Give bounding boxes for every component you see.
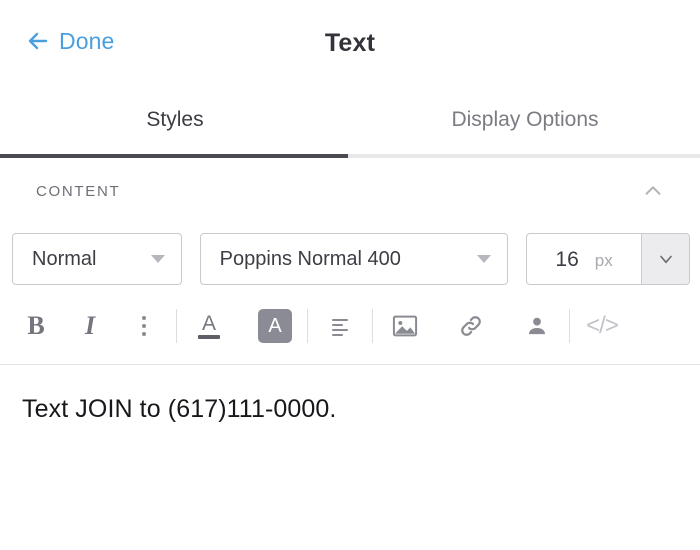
person-icon [524,313,550,339]
body-text[interactable]: Text JOIN to (617)111-0000. [22,393,678,426]
align-icon [328,314,352,338]
text-editor-panel: Done Text Styles Display Options CONTENT… [0,0,700,550]
paragraph-style-select[interactable]: Normal [12,233,182,285]
font-size-unit: px [594,251,613,270]
highlight-color-button[interactable]: A [253,304,297,348]
tab-styles-label: Styles [146,108,204,131]
code-view-button[interactable]: </> [580,304,624,348]
typography-controls-row: Normal Poppins Normal 400 16 px [0,224,700,294]
chevron-down-icon [656,249,676,269]
text-color-button[interactable]: A [187,304,231,348]
tab-display-options[interactable]: Display Options [350,92,700,154]
formatting-toolbar: B I A A </> [0,294,700,358]
font-size-input[interactable]: 16 px [527,234,641,284]
font-family-value: Poppins Normal 400 [219,247,401,270]
italic-button[interactable]: I [68,304,112,348]
page-title: Text [324,29,376,57]
chevron-up-icon[interactable] [636,174,670,208]
toolbar-divider [307,309,308,343]
chevron-down-icon [150,255,165,263]
align-button[interactable] [318,304,362,348]
text-color-swatch [198,334,220,339]
highlight-color-letter: A [268,315,282,337]
text-color-icon: A [198,311,220,339]
image-icon [391,312,419,340]
toolbar-divider [372,309,373,343]
tab-bar: Styles Display Options [0,92,700,154]
text-color-letter: A [201,311,216,335]
vertical-dots-icon [142,316,146,336]
chevron-down-icon [477,255,492,263]
font-family-select[interactable]: Poppins Normal 400 [199,233,509,285]
font-size-value: 16 [555,248,579,271]
text-body-editor[interactable]: Text JOIN to (617)111-0000. [0,365,700,483]
merge-field-button[interactable] [515,304,559,348]
tab-display-options-label: Display Options [451,108,599,131]
toolbar-divider [176,309,177,343]
bold-icon: B [27,311,45,340]
bold-button[interactable]: B [14,304,58,348]
link-icon [458,313,484,339]
highlight-color-icon: A [258,309,292,343]
font-size-dropdown-button[interactable] [641,234,689,284]
content-section-header[interactable]: CONTENT [0,158,700,224]
content-section-title: CONTENT [36,182,121,200]
insert-image-button[interactable] [383,304,427,348]
more-options-button[interactable] [122,304,166,348]
code-icon: </> [586,312,619,339]
italic-icon: I [84,311,96,340]
toolbar-divider [569,309,570,343]
font-size-control: 16 px [526,233,690,285]
paragraph-style-value: Normal [32,247,97,270]
insert-link-button[interactable] [449,304,493,348]
panel-header: Done Text [0,0,700,92]
tab-styles[interactable]: Styles [0,92,350,154]
